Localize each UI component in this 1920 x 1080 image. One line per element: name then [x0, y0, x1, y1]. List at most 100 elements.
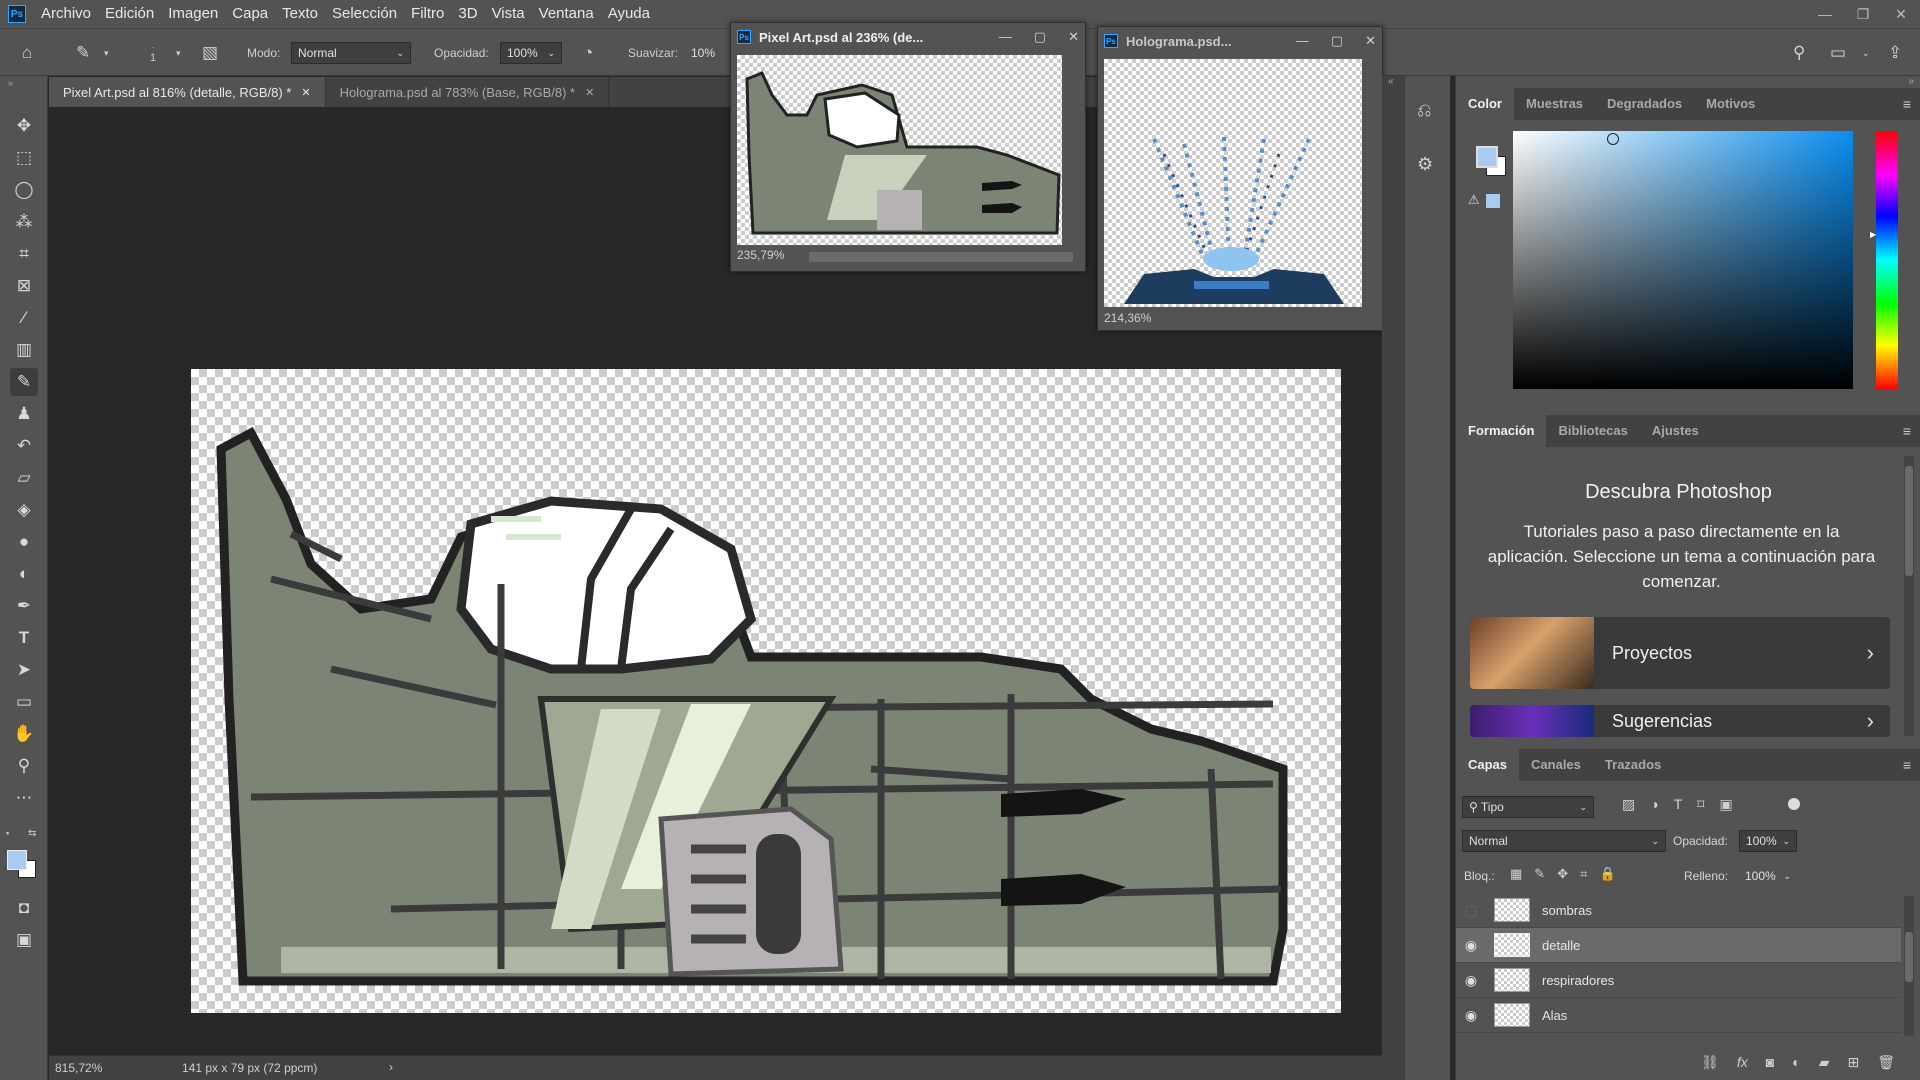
close-tab-icon[interactable]: ✕ [301, 86, 310, 99]
minimize-icon[interactable]: — [1296, 33, 1309, 49]
move-tool-icon[interactable]: ✥ [10, 112, 38, 140]
visibility-off-icon[interactable]: ▢ [1456, 902, 1486, 919]
close-icon[interactable]: ✕ [1068, 29, 1079, 45]
blend-mode-dropdown[interactable]: Normal ⌄ [1462, 830, 1666, 852]
home-icon[interactable]: ⌂ [22, 29, 32, 77]
screen-mode-icon[interactable]: ▣ [10, 926, 38, 954]
layer-opacity-field[interactable]: 100% ⌄ [1739, 830, 1797, 852]
history-panel-icon[interactable]: ⎌ [1417, 100, 1431, 121]
color-swatches[interactable] [1476, 146, 1506, 176]
minimize-icon[interactable]: — [1806, 0, 1844, 28]
scrollbar-thumb[interactable] [1905, 932, 1913, 982]
holograma-window-zoom[interactable]: 214,36% [1104, 311, 1151, 325]
tab-bibliotecas[interactable]: Bibliotecas [1546, 415, 1639, 447]
learn-card-sugerencias[interactable]: Sugerencias › [1470, 705, 1890, 737]
holograma-window-title[interactable]: Ps Holograma.psd... — ▢ ✕ [1098, 27, 1382, 55]
pixel-art-preview[interactable] [737, 55, 1062, 245]
eraser-tool-icon[interactable]: ▱ [10, 464, 38, 492]
quick-mask-icon[interactable]: ◘ [10, 894, 38, 922]
fill-field[interactable]: 100% ⌄ [1739, 865, 1797, 887]
scrollbar-thumb[interactable] [1905, 466, 1913, 576]
layer-style-icon[interactable]: fx [1737, 1054, 1748, 1070]
filter-smart-object-icon[interactable]: ▣ [1719, 796, 1732, 813]
zoom-tool-icon[interactable]: ⚲ [10, 752, 38, 780]
menu-ayuda[interactable]: Ayuda [601, 0, 657, 28]
default-colors-icon[interactable]: ▪ [6, 828, 9, 838]
menu-seleccion[interactable]: Selección [325, 0, 404, 28]
foreground-color-swatch[interactable] [7, 850, 27, 870]
filter-adjustment-icon[interactable]: ◑ [1650, 796, 1658, 813]
properties-panel-icon[interactable]: ⚙ [1417, 154, 1433, 175]
chevron-down-icon[interactable]: ▾ [104, 29, 109, 77]
zoom-level[interactable]: 815,72% [55, 1061, 102, 1075]
mode-dropdown[interactable]: Normal ⌄ [291, 42, 411, 64]
link-layers-icon[interactable]: ⛓ [1701, 1054, 1719, 1071]
share-icon[interactable]: ⇪ [1888, 29, 1902, 77]
brush-picker-chevron-icon[interactable]: ▾ [176, 29, 181, 77]
tab-color[interactable]: Color [1456, 88, 1514, 120]
lock-position-icon[interactable]: ✥ [1557, 866, 1568, 882]
filter-shape-icon[interactable]: ⌑ [1697, 796, 1704, 813]
tab-holograma[interactable]: Holograma.psd al 783% (Base, RGB/8) * ✕ [326, 77, 610, 107]
tab-capas[interactable]: Capas [1456, 749, 1520, 781]
learn-scrollbar[interactable] [1904, 456, 1914, 736]
lock-all-icon[interactable]: 🔒 [1599, 866, 1615, 882]
crop-tool-icon[interactable]: ⌗ [10, 240, 38, 268]
hand-tool-icon[interactable]: ✋ [10, 720, 38, 748]
opacity-dropdown[interactable]: 100% ⌄ [500, 42, 562, 64]
gamut-warning-icon[interactable]: ⚠ [1468, 192, 1480, 208]
layer-row[interactable]: ◉ detalle [1456, 928, 1901, 963]
tab-trazados[interactable]: Trazados [1593, 749, 1673, 781]
panel-menu-icon[interactable]: ≡ [1903, 749, 1911, 781]
tab-canales[interactable]: Canales [1519, 749, 1593, 781]
layer-filter-dropdown[interactable]: ⚲ Tipo ⌄ [1462, 796, 1594, 818]
healing-brush-tool-icon[interactable]: ▥ [10, 336, 38, 364]
new-group-icon[interactable]: ▰ [1819, 1054, 1830, 1071]
tab-motivos[interactable]: Motivos [1694, 88, 1767, 120]
hue-slider[interactable]: ▶ [1870, 131, 1898, 389]
stamp-tool-icon[interactable]: ♟ [10, 400, 38, 428]
menu-ventana[interactable]: Ventana [532, 0, 601, 28]
lock-brush-icon[interactable]: ✎ [1534, 866, 1545, 882]
workspace-icon[interactable]: ▭ [1830, 29, 1846, 77]
adjustment-layer-icon[interactable]: ◐ [1792, 1054, 1800, 1070]
collapse-arrow-icon[interactable]: « [1388, 76, 1394, 87]
foreground-color-swatch[interactable] [1476, 146, 1498, 168]
toolbar-collapse-icon[interactable]: » [8, 78, 13, 88]
menu-edicion[interactable]: Edición [98, 0, 161, 28]
lasso-tool-icon[interactable]: ◯ [10, 176, 38, 204]
type-tool-icon[interactable]: T [10, 624, 38, 652]
panel-collapse-bar[interactable]: « [1382, 76, 1404, 1080]
brush-size-picker[interactable]: · 1 [150, 29, 156, 77]
eyedropper-tool-icon[interactable]: ⁄ [10, 304, 38, 332]
tab-pixel-art[interactable]: Pixel Art.psd al 816% (detalle, RGB/8) *… [49, 77, 326, 107]
history-brush-tool-icon[interactable]: ↶ [10, 432, 38, 460]
pencil-tool-icon[interactable]: ✎ [10, 368, 38, 396]
magic-wand-tool-icon[interactable]: ⁂ [10, 208, 38, 236]
maximize-icon[interactable]: ▢ [1331, 33, 1343, 49]
dodge-tool-icon[interactable]: ◐ [10, 560, 38, 588]
layer-mask-icon[interactable]: ◙ [1766, 1054, 1774, 1070]
pencil-tool-preset-icon[interactable]: ✎ [76, 29, 90, 77]
menu-3d[interactable]: 3D [451, 0, 484, 28]
pressure-opacity-icon[interactable]: ◔ [583, 29, 593, 77]
pixel-art-window-zoom[interactable]: 235,79% [737, 248, 784, 262]
menu-capa[interactable]: Capa [225, 0, 275, 28]
frame-tool-icon[interactable]: ⊠ [10, 272, 38, 300]
tab-degradados[interactable]: Degradados [1595, 88, 1694, 120]
filter-toggle[interactable] [1788, 798, 1800, 810]
eye-icon[interactable]: ◉ [1456, 972, 1486, 989]
swap-colors-icon[interactable]: ⇆ [28, 828, 36, 839]
marquee-tool-icon[interactable]: ⬚ [10, 144, 38, 172]
color-picker-cursor[interactable] [1607, 133, 1619, 145]
eye-icon[interactable]: ◉ [1456, 937, 1486, 954]
pen-tool-icon[interactable]: ✒ [10, 592, 38, 620]
delete-layer-icon[interactable]: 🗑 [1877, 1054, 1895, 1071]
web-safe-swatch[interactable] [1486, 194, 1500, 208]
dock-collapse-icon[interactable]: » [1908, 76, 1914, 87]
path-selection-tool-icon[interactable]: ➤ [10, 656, 38, 684]
filter-type-icon[interactable]: T [1674, 796, 1683, 813]
hue-slider-handle[interactable]: ▶ [1870, 230, 1876, 239]
new-layer-icon[interactable]: ⊞ [1847, 1054, 1859, 1071]
panel-menu-icon[interactable]: ≡ [1903, 415, 1911, 447]
